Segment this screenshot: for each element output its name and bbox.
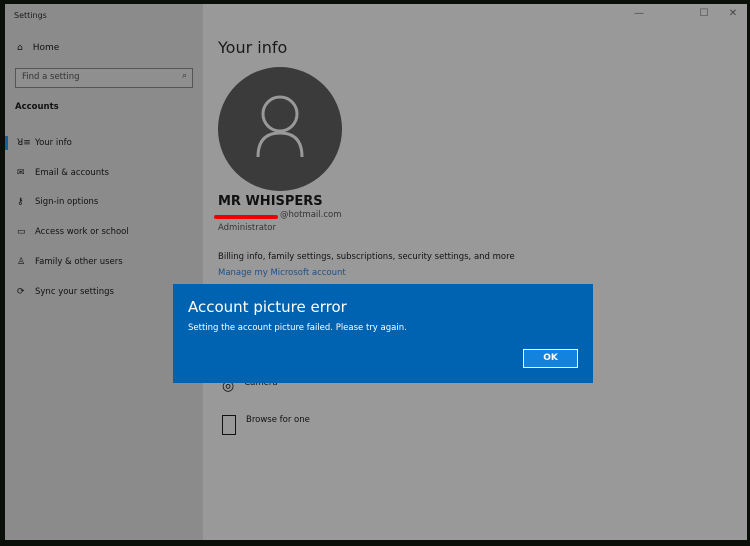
sidebar-item-sign-in[interactable]: ⚷ Sign-in options: [5, 192, 203, 212]
sidebar-item-family[interactable]: ♙ Family & other users: [5, 252, 203, 272]
sidebar-item-email[interactable]: ✉ Email & accounts: [5, 163, 203, 183]
nav-label: Access work or school: [35, 227, 129, 237]
sidebar: Settings ⌂ Home Find a setting ⌕ Accounts …: [5, 4, 203, 540]
avatar: [218, 67, 342, 191]
home-icon: ⌂: [17, 43, 23, 53]
user-role: Administrator: [218, 223, 276, 233]
search-input[interactable]: Find a setting ⌕: [15, 68, 193, 88]
sidebar-item-work[interactable]: ▭ Access work or school: [5, 222, 203, 242]
search-icon: ⌕: [181, 71, 187, 81]
home-label: Home: [32, 43, 60, 53]
sidebar-item-your-info[interactable]: ꓤ≡ Your info: [5, 133, 203, 153]
person-list-icon: ꓤ≡: [17, 138, 31, 148]
ok-button[interactable]: OK: [523, 349, 578, 368]
page-title: Your info: [218, 38, 288, 57]
browse-option[interactable]: Browse for one: [222, 415, 310, 435]
dialog-title: Account picture error: [188, 298, 347, 316]
nav-label: Email & accounts: [35, 168, 109, 178]
person-icon: [256, 95, 304, 158]
sync-icon: ⟳: [17, 287, 25, 297]
maximize-button[interactable]: ☐: [694, 8, 714, 19]
search-placeholder: Find a setting: [22, 72, 80, 82]
billing-text: Billing info, family settings, subscript…: [218, 252, 515, 262]
nav-label: Sync your settings: [35, 287, 114, 297]
option-label: Browse for one: [246, 415, 310, 425]
manage-account-link[interactable]: Manage my Microsoft account: [218, 268, 346, 278]
nav-label: Your info: [35, 138, 72, 148]
settings-window: Settings ⌂ Home Find a setting ⌕ Accounts …: [5, 4, 747, 540]
nav-label: Family & other users: [35, 257, 123, 267]
dialog-message: Setting the account picture failed. Plea…: [188, 323, 407, 333]
nav-label: Sign-in options: [35, 197, 99, 207]
redaction-mark: [214, 215, 278, 219]
window-title: Settings: [14, 11, 47, 20]
sidebar-home[interactable]: ⌂ Home: [17, 43, 59, 53]
user-name: MR WHISPERS: [218, 194, 323, 209]
minimize-button[interactable]: —: [629, 8, 649, 19]
key-icon: ⚷: [17, 197, 24, 207]
file-icon: [222, 415, 236, 435]
mail-icon: ✉: [17, 168, 25, 178]
close-button[interactable]: ✕: [723, 8, 743, 19]
briefcase-icon: ▭: [17, 227, 26, 237]
section-heading: Accounts: [15, 102, 59, 112]
error-dialog: Account picture error Setting the accoun…: [173, 284, 593, 383]
person-icon: ♙: [17, 257, 26, 267]
